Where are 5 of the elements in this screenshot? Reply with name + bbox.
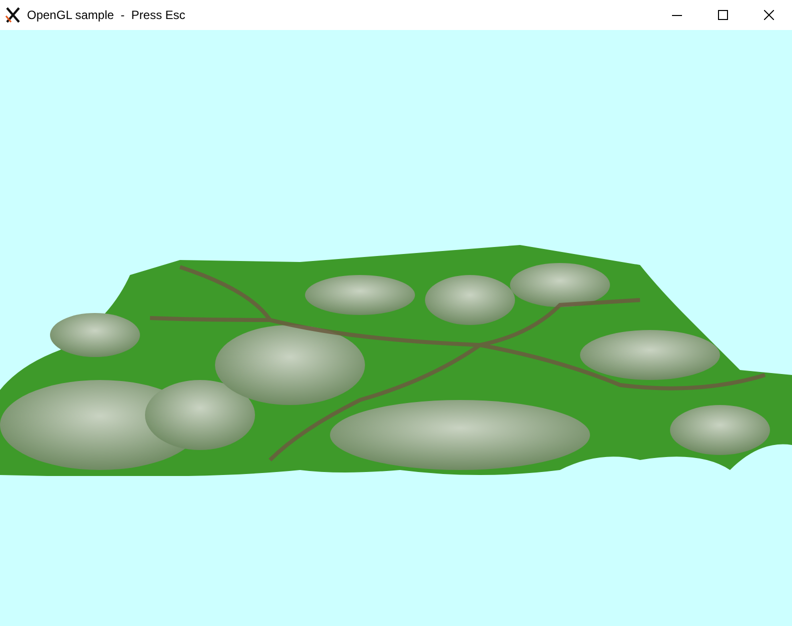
- minimize-icon: [672, 14, 682, 16]
- app-icon: [5, 7, 21, 23]
- maximize-icon: [718, 10, 728, 20]
- close-icon: [764, 10, 774, 20]
- window-title: OpenGL sample - Press Esc: [27, 7, 186, 24]
